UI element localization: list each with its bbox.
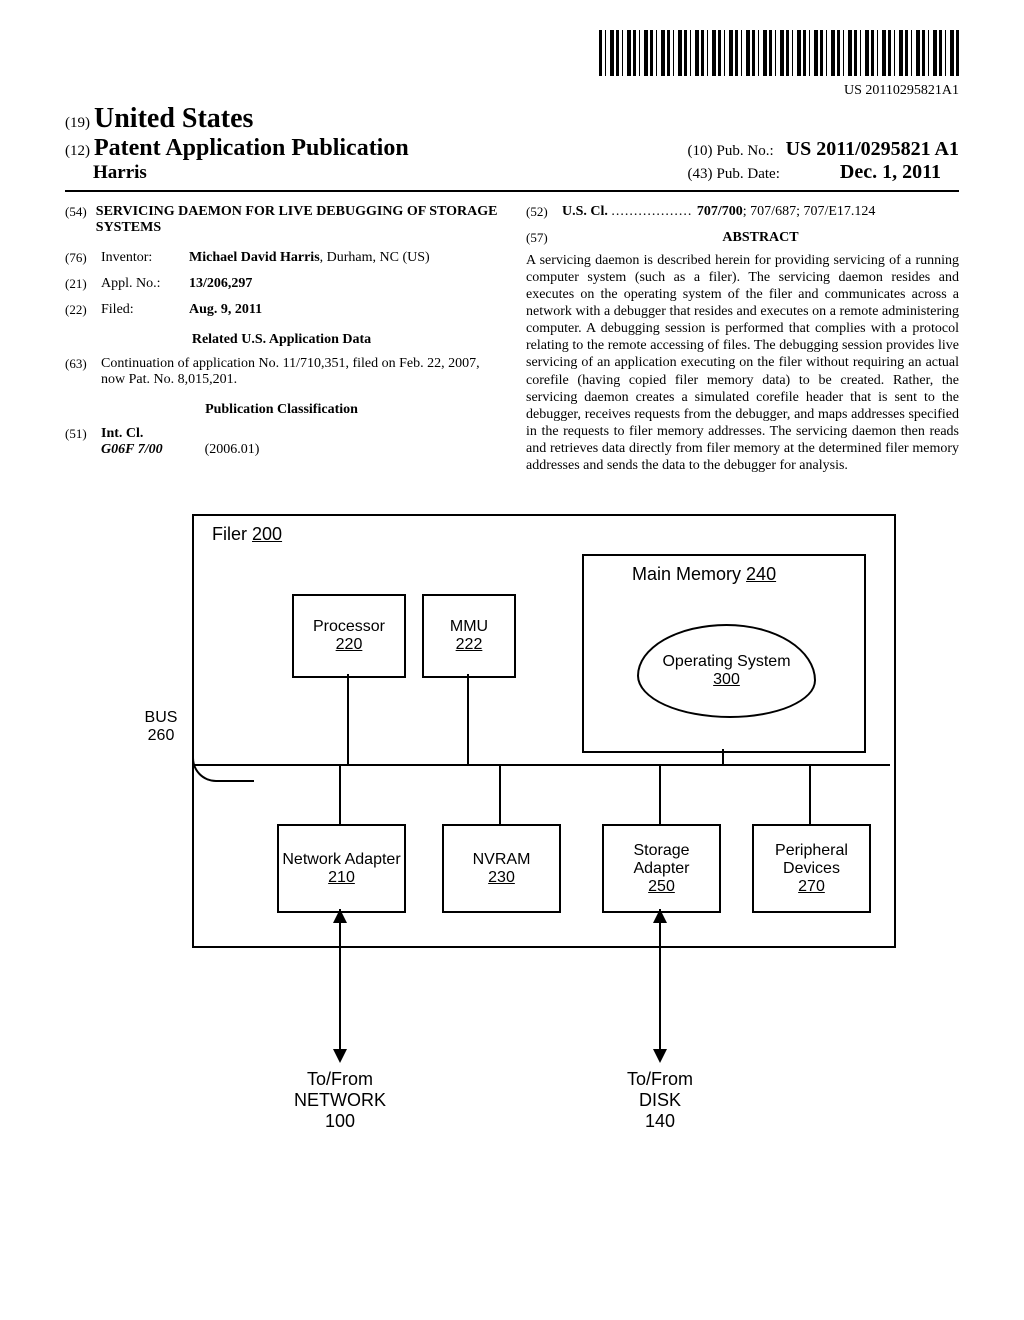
stor-bus-line [659,764,661,824]
uscl-block: U.S. Cl. .................. 707/700; 707… [562,204,959,220]
intcl-label: Int. Cl. [101,426,143,441]
net-bus-line [339,764,341,824]
applno-label: Appl. No.: [101,276,189,292]
proc-bus-line [347,674,349,764]
right-column: (52) U.S. Cl. .................. 707/700… [526,204,959,474]
intcl-version: (2006.01) [205,442,260,457]
storage-adapter-box: Storage Adapter 250 [602,824,721,913]
main-memory-label: Main Memory 240 [632,564,776,585]
mmu-bus-line [467,674,469,764]
code-12: (12) [65,143,90,159]
bus-label: BUS 260 [132,709,190,745]
filer-label: Filer 200 [212,524,282,545]
uscl-label: U.S. Cl. [562,204,608,219]
intcl-block: Int. Cl. G06F 7/00 (2006.01) [101,426,498,458]
network-arrow-line [339,909,341,1059]
publication-date: Dec. 1, 2011 [840,161,941,183]
filed-value: Aug. 9, 2011 [189,302,498,318]
inventor-label: Inventor: [101,250,189,266]
peri-bus-line [809,764,811,824]
bus-line [194,764,890,766]
nvram-box: NVRAM 230 [442,824,561,913]
uscl-dots: .................. [611,204,697,219]
code-22: (22) [65,302,101,318]
header-right: (10) Pub. No.: US 2011/0295821 A1 (43) P… [688,138,959,184]
barcode-graphic [599,30,959,76]
barcode-number: US 20110295821A1 [65,83,959,99]
filed-row: (22) Filed: Aug. 9, 2011 [65,302,498,318]
publication-number: US 2011/0295821 A1 [786,138,959,160]
invention-title: SERVICING DAEMON FOR LIVE DEBUGGING OF S… [96,204,498,236]
processor-box: Processor 220 [292,594,406,678]
disk-arrow-line [659,909,661,1059]
abstract-body: A servicing daemon is described herein f… [526,252,959,474]
nvram-bus-line [499,764,501,824]
inventor-value: Michael David Harris, Durham, NC (US) [189,250,498,266]
pubdate-label: Pub. Date: [717,166,780,182]
uscl-row: (52) U.S. Cl. .................. 707/700… [526,204,959,220]
disk-arrow-up-icon [653,909,667,923]
abstract-head-row: (57) ABSTRACT [526,230,959,250]
mmu-box: MMU 222 [422,594,516,678]
intcl-row: (51) Int. Cl. G06F 7/00 (2006.01) [65,426,498,458]
peripheral-devices-box: Peripheral Devices 270 [752,824,871,913]
disk-arrow-down-icon [653,1049,667,1063]
pub-classification-head: Publication Classification [65,402,498,418]
code-10: (10) [688,143,713,159]
intcl-value: G06F 7/00 [101,442,163,457]
applno-value: 13/206,297 [189,276,498,292]
barcode-area: US 20110295821A1 [65,30,959,99]
figure: Filer 200 Processor 220 MMU 222 Main Mem… [132,514,892,1154]
network-arrow-down-icon [333,1049,347,1063]
network-destination-label: To/From NETWORK 100 [270,1069,410,1132]
abstract-heading: ABSTRACT [562,230,959,246]
code-63: (63) [65,356,101,388]
title-block: (54) SERVICING DAEMON FOR LIVE DEBUGGING… [65,204,498,236]
header-rule [65,190,959,192]
code-54: (54) [65,204,96,236]
filed-label: Filed: [101,302,189,318]
network-adapter-box: Network Adapter 210 [277,824,406,913]
pubno-label: Pub. No.: [717,143,774,159]
code-57: (57) [526,230,562,250]
continuation-row: (63) Continuation of application No. 11/… [65,356,498,388]
disk-destination-label: To/From DISK 140 [590,1069,730,1132]
patent-page: US 20110295821A1 (19) United States (12)… [0,0,1024,1184]
code-76: (76) [65,250,101,266]
related-data-head: Related U.S. Application Data [65,332,498,348]
inventor-surname: Harris [93,162,147,183]
mem-bus-line [722,749,724,764]
header-row: (19) United States (12) Patent Applicati… [65,103,959,184]
country: United States [94,103,253,134]
header-left: (19) United States (12) Patent Applicati… [65,103,409,184]
code-21: (21) [65,276,101,292]
network-arrow-up-icon [333,909,347,923]
code-19: (19) [65,115,90,131]
inventor-row: (76) Inventor: Michael David Harris, Dur… [65,250,498,266]
code-52: (52) [526,204,562,220]
code-51: (51) [65,426,101,458]
publication-type: Patent Application Publication [94,135,409,161]
bibliographic-columns: (54) SERVICING DAEMON FOR LIVE DEBUGGING… [65,204,959,474]
left-column: (54) SERVICING DAEMON FOR LIVE DEBUGGING… [65,204,498,474]
applno-row: (21) Appl. No.: 13/206,297 [65,276,498,292]
code-43: (43) [688,166,713,182]
continuation-text: Continuation of application No. 11/710,3… [101,356,498,388]
